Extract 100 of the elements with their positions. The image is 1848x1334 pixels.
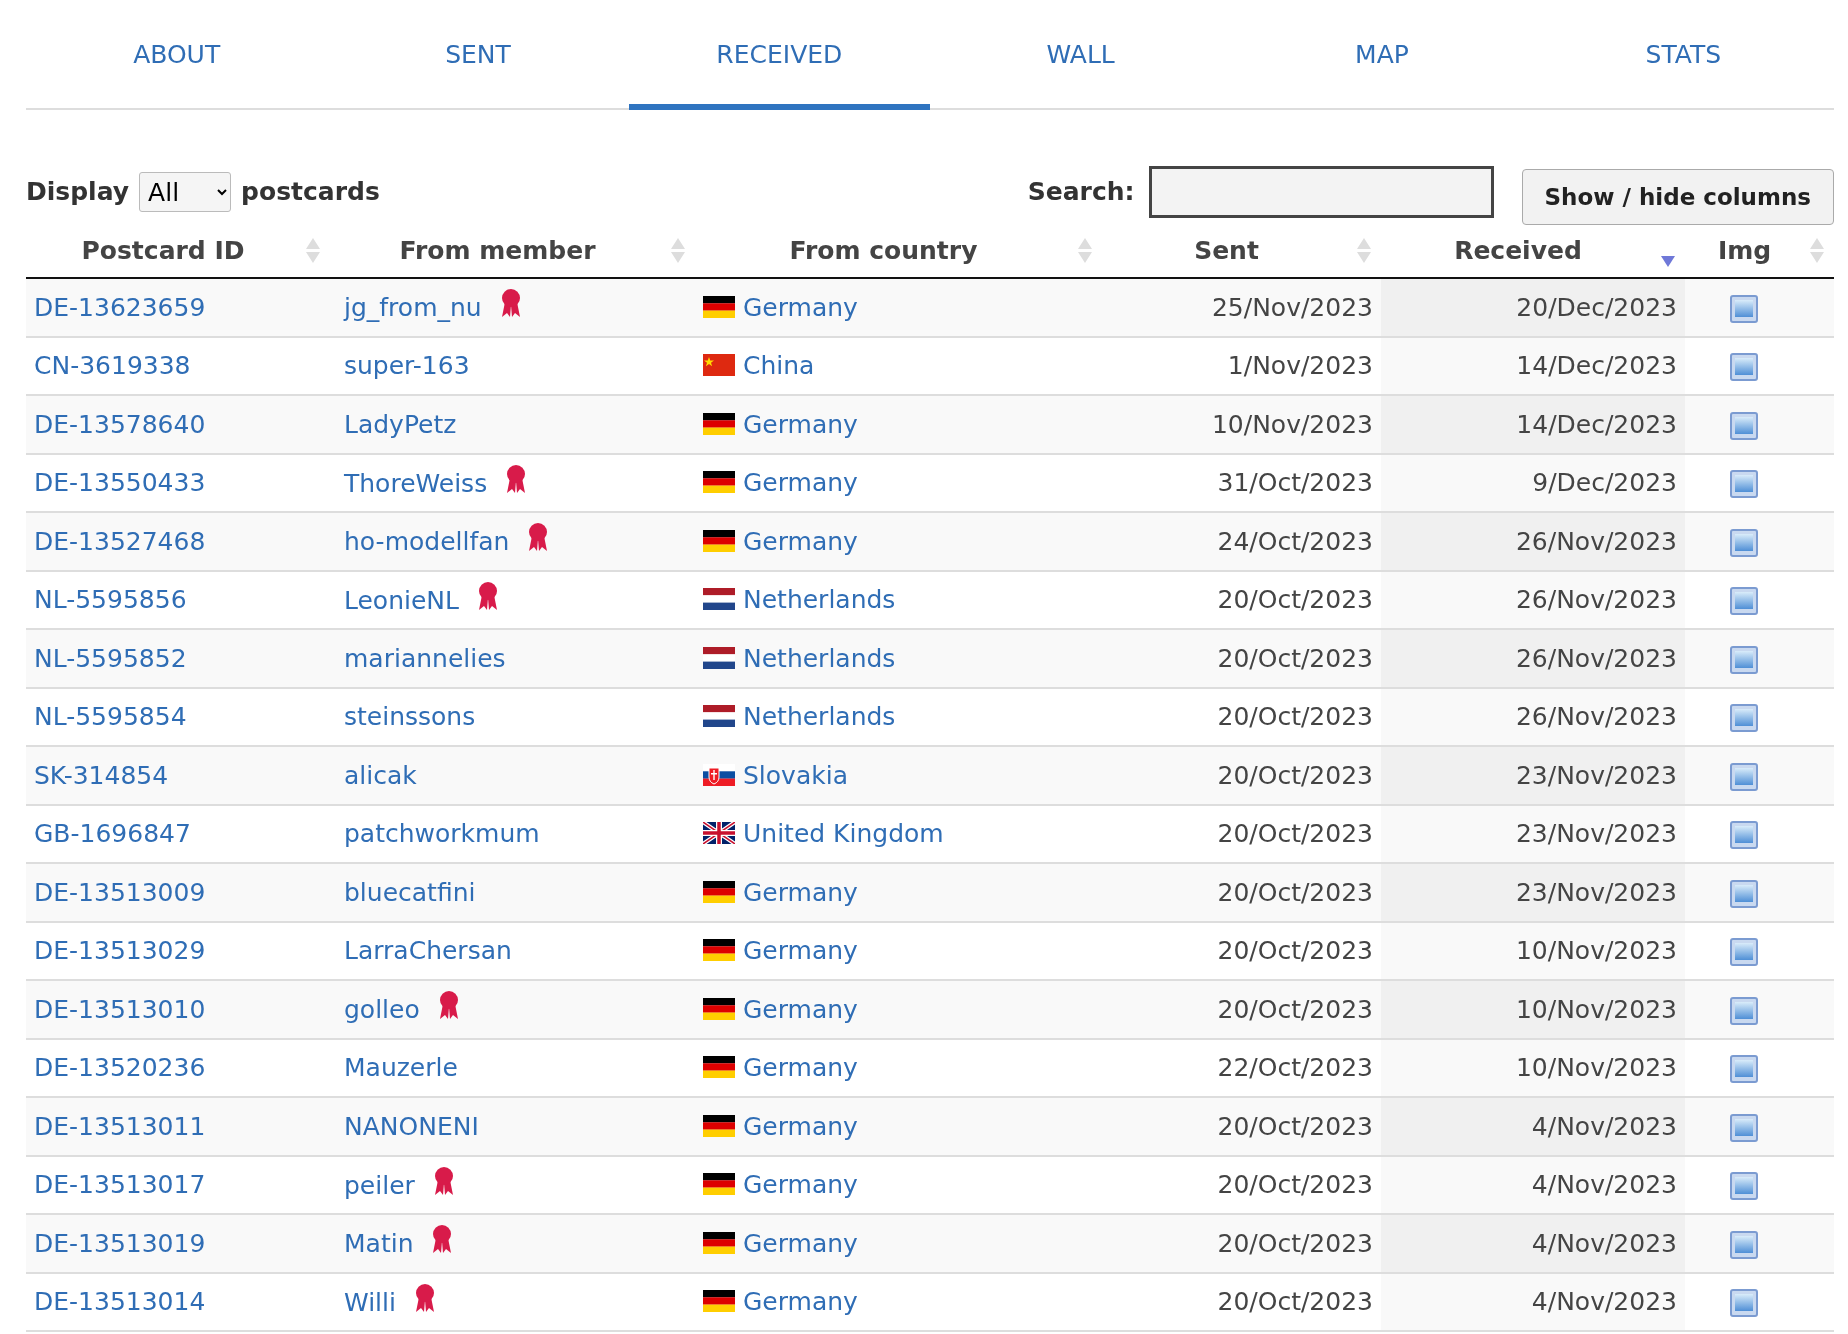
received-date: 14/Dec/2023 [1516,409,1677,439]
received-date: 26/Nov/2023 [1515,585,1677,614]
country-link[interactable]: Netherlands [743,643,896,673]
image-icon[interactable] [1729,704,1758,732]
member-link[interactable]: LarraChersan [344,936,512,965]
received-date: 23/Nov/2023 [1515,760,1677,790]
postcard-id-link[interactable]: NL-5595854 [34,702,187,731]
sent-date: 20/Oct/2023 [1217,936,1373,965]
received-date: 4/Nov/2023 [1531,1170,1677,1199]
sent-date: 20/Oct/2023 [1217,819,1373,848]
country-link[interactable]: Germany [743,936,858,965]
postcard-id-link[interactable]: GB-1696847 [34,819,191,848]
member-link[interactable]: patchworkmum [344,819,540,848]
country-link[interactable]: China [743,351,815,380]
image-icon[interactable] [1729,353,1758,381]
sent-date: 22/Oct/2023 [1217,1053,1373,1082]
member-link[interactable]: steinssons [344,702,476,731]
postcard-id-link[interactable]: NL-5595856 [34,585,187,614]
country-link[interactable]: Germany [743,994,858,1024]
image-icon[interactable] [1729,470,1758,498]
country-link[interactable]: Germany [743,1053,858,1082]
tab[interactable]: SENT [327,0,629,110]
tab[interactable]: RECEIVED [628,0,930,110]
received-date: 10/Nov/2023 [1515,1053,1677,1082]
country-link[interactable]: Netherlands [743,585,896,614]
sent-date: 20/Oct/2023 [1217,643,1373,673]
postcard-id-link[interactable]: DE-13513017 [34,1170,206,1199]
received-date: 10/Nov/2023 [1515,994,1677,1024]
display-label: Display [26,176,130,209]
received-date: 26/Nov/2023 [1515,643,1677,673]
postcard-id-link[interactable]: DE-13513014 [34,1287,206,1316]
image-icon[interactable] [1729,879,1758,908]
country-link[interactable]: Slovakia [743,760,848,790]
member-link[interactable]: bluecatfini [344,877,476,907]
search-field[interactable] [1148,166,1494,218]
postcard-id-link[interactable]: DE-13520236 [34,1053,206,1082]
sent-date: 20/Oct/2023 [1217,1170,1373,1199]
tab[interactable]: MAP [1231,0,1533,110]
image-icon[interactable] [1729,821,1758,849]
country-link[interactable]: United Kingdom [743,819,944,848]
country-link[interactable]: Germany [743,292,858,322]
member-link[interactable]: golleo [344,995,420,1024]
sent-date: 20/Oct/2023 [1217,1228,1373,1258]
member-link[interactable]: alicak [344,760,417,790]
member-link[interactable]: jg_from_nu [344,293,482,322]
country-link[interactable]: Germany [743,409,858,439]
image-icon[interactable] [1729,587,1758,615]
member-link[interactable]: Matin [344,1229,414,1258]
received-date: 26/Nov/2023 [1515,526,1677,556]
country-link[interactable]: Germany [743,1170,858,1199]
sent-date: 20/Oct/2023 [1217,702,1373,731]
postcard-id-link[interactable]: DE-13550433 [34,468,206,497]
received-date: 10/Nov/2023 [1515,936,1677,965]
member-link[interactable]: LadyPetz [344,409,457,439]
sent-date: 20/Oct/2023 [1217,760,1373,790]
received-date: 4/Nov/2023 [1531,1111,1677,1141]
sent-date: 20/Oct/2023 [1217,1111,1373,1141]
image-icon[interactable] [1729,762,1758,791]
show-hide-columns-button[interactable]: Show / hide columns [1521,168,1834,226]
image-icon[interactable] [1729,294,1758,323]
sent-date: 20/Oct/2023 [1217,585,1373,614]
country-link[interactable]: Germany [743,1287,858,1316]
member-link[interactable]: LeonieNL [344,585,459,615]
postcard-id-link[interactable]: CN-3619338 [34,351,191,380]
sent-date: 10/Nov/2023 [1211,409,1373,439]
country-link[interactable]: Germany [743,1228,858,1258]
image-icon[interactable] [1729,411,1758,440]
image-icon[interactable] [1729,1172,1758,1200]
image-icon[interactable] [1729,528,1758,557]
image-icon[interactable] [1729,1289,1758,1317]
image-icon[interactable] [1729,1113,1758,1142]
image-icon[interactable] [1729,1055,1758,1083]
country-link[interactable]: Germany [743,526,858,556]
received-date: 4/Nov/2023 [1531,1287,1677,1316]
sent-date: 24/Oct/2023 [1217,526,1373,556]
member-link[interactable]: NANONENI [344,1111,479,1141]
tab[interactable]: WALL [930,0,1232,110]
member-link[interactable]: super-163 [344,351,470,380]
member-link[interactable]: Willi [344,1287,396,1317]
display-select[interactable]: All [139,172,232,212]
received-date: 14/Dec/2023 [1516,351,1677,380]
country-link[interactable]: Netherlands [743,702,896,731]
image-icon[interactable] [1729,996,1758,1025]
tab[interactable]: ABOUT [26,0,328,110]
tab[interactable]: STATS [1532,0,1834,110]
received-date: 26/Nov/2023 [1515,702,1677,731]
member-link[interactable]: peiler [344,1170,415,1200]
member-link[interactable]: Mauzerle [344,1053,458,1082]
image-icon[interactable] [1729,1230,1758,1259]
sent-date: 20/Oct/2023 [1217,877,1373,907]
postcard-id-link[interactable]: DE-13513029 [34,936,206,965]
image-icon[interactable] [1729,645,1758,674]
received-date: 23/Nov/2023 [1515,819,1677,848]
country-link[interactable]: Germany [743,877,858,907]
member-link[interactable]: ThoreWeiss [344,468,488,498]
received-date: 20/Dec/2023 [1516,292,1677,322]
country-link[interactable]: Germany [743,1111,858,1141]
country-link[interactable]: Germany [743,468,858,497]
search-label: Search: [1027,176,1135,209]
image-icon[interactable] [1729,938,1758,966]
